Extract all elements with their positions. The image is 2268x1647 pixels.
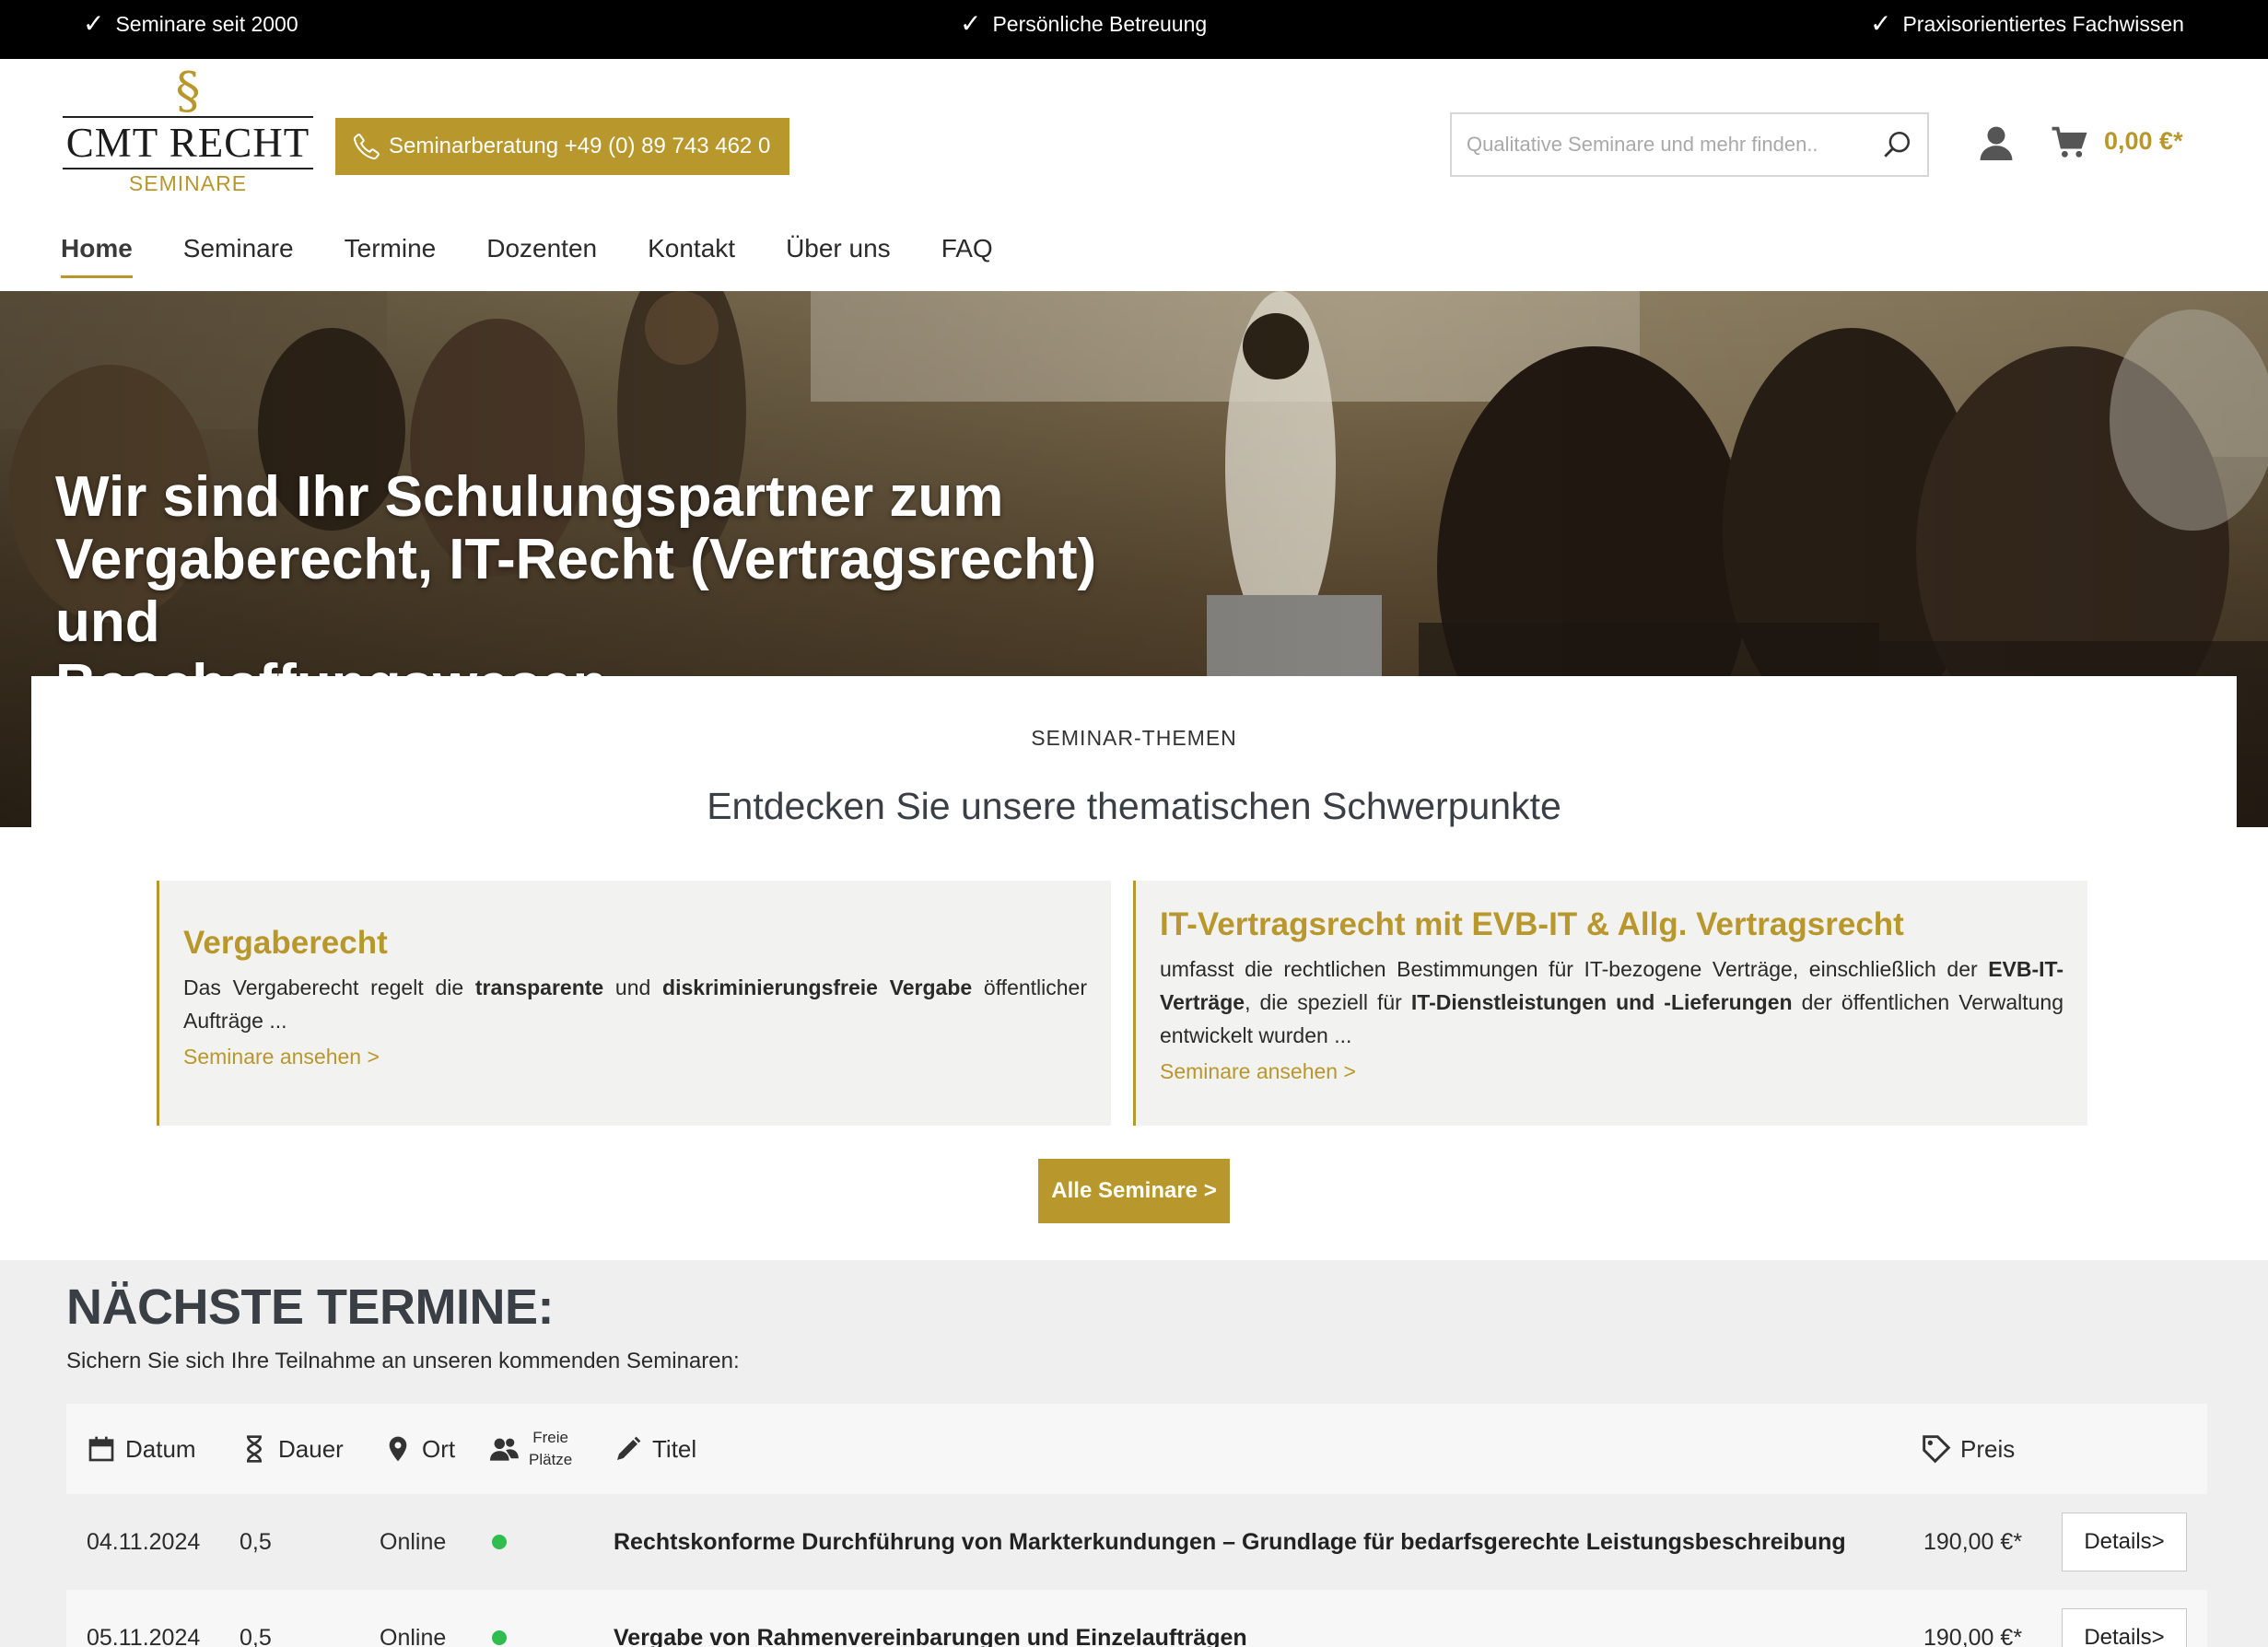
column-seats[interactable]: Freie Plätze bbox=[490, 1404, 572, 1494]
theme-description: umfasst die rechtlichen Bestimmungen für… bbox=[1160, 952, 2063, 1052]
row-title[interactable]: Vergabe von Rahmenvereinbarungen und Ein… bbox=[614, 1590, 1247, 1647]
row-title[interactable]: Rechtskonforme Durchführung von Markterk… bbox=[614, 1494, 1846, 1590]
row-location: Online bbox=[380, 1624, 447, 1647]
users-icon bbox=[490, 1438, 519, 1461]
theme-link[interactable]: Seminare ansehen > bbox=[1160, 1059, 1356, 1084]
cart-icon[interactable] bbox=[2051, 125, 2087, 160]
check-icon: ✓ bbox=[83, 9, 105, 38]
text-emphasis: diskriminierungsfreie Vergabe bbox=[662, 975, 973, 999]
column-label: Preis bbox=[1960, 1434, 2016, 1463]
all-seminars-button[interactable]: Alle Seminare > bbox=[1038, 1159, 1230, 1223]
row-date: 05.11.2024 bbox=[87, 1624, 201, 1647]
paragraph-symbol: § bbox=[175, 62, 201, 120]
hero-line: Vergaberecht, IT-Recht (Vertragsrecht) u… bbox=[55, 528, 1097, 654]
theme-description: Das Vergaberecht regelt die transparente… bbox=[183, 971, 1087, 1037]
column-duration[interactable]: Dauer bbox=[240, 1404, 344, 1494]
details-button[interactable]: Details> bbox=[2062, 1513, 2187, 1571]
theme-title[interactable]: Vergaberecht bbox=[183, 923, 1087, 964]
hourglass-icon bbox=[246, 1435, 263, 1463]
theme-card-it-vertragsrecht: IT-Vertragsrecht mit EVB-IT & Allg. Vert… bbox=[1133, 881, 2087, 1126]
section-headline: Entdecken Sie unsere thematischen Schwer… bbox=[707, 785, 1561, 827]
table-row[interactable]: 04.11.2024 0,5 Online Rechtskonforme Dur… bbox=[66, 1494, 2207, 1590]
nav-item-seminare[interactable]: Seminare bbox=[183, 234, 294, 278]
table-header: Datum Dauer Ort Freie Plätze Titel Preis bbox=[66, 1404, 2207, 1494]
site-logo[interactable]: § CMT RECHT SEMINARE bbox=[61, 66, 315, 201]
usp-bar: ✓ Seminare seit 2000 ✓ Persönliche Betre… bbox=[0, 0, 2268, 59]
column-label: Freie Plätze bbox=[529, 1427, 572, 1471]
row-location: Online bbox=[380, 1528, 447, 1555]
column-price[interactable]: Preis bbox=[1922, 1404, 2015, 1494]
nav-item-termine[interactable]: Termine bbox=[345, 234, 437, 278]
brand-tagline: SEMINARE bbox=[128, 171, 248, 195]
brand-name: CMT RECHT bbox=[65, 120, 310, 166]
row-price: 190,00 €* bbox=[1923, 1528, 2023, 1555]
location-pin-icon bbox=[389, 1436, 407, 1462]
seat-availability-dot bbox=[492, 1535, 507, 1549]
nav-item-kontakt[interactable]: Kontakt bbox=[648, 234, 735, 278]
usp-label: Praxisorientiertes Fachwissen bbox=[1902, 11, 2184, 36]
text-span: und bbox=[603, 975, 663, 999]
phone-consultation-button[interactable]: Seminarberatung +49 (0) 89 743 462 0 bbox=[335, 118, 789, 175]
row-duration: 0,5 bbox=[240, 1624, 272, 1647]
nav-item-ueber-uns[interactable]: Über uns bbox=[786, 234, 891, 278]
column-location[interactable]: Ort bbox=[383, 1404, 455, 1494]
seats-label-line: Plätze bbox=[529, 1451, 573, 1468]
table-row[interactable]: 05.11.2024 0,5 Online Vergabe von Rahmen… bbox=[66, 1590, 2207, 1647]
seminar-themes-section: SEMINAR-THEMEN Entdecken Sie unsere them… bbox=[31, 676, 2237, 1260]
column-label: Datum bbox=[125, 1434, 196, 1463]
usp-label: Seminare seit 2000 bbox=[115, 11, 298, 36]
seat-availability-dot bbox=[492, 1630, 507, 1645]
row-seats bbox=[492, 1590, 507, 1647]
theme-title[interactable]: IT-Vertragsrecht mit EVB-IT & Allg. Vert… bbox=[1160, 905, 2063, 945]
row-seats bbox=[492, 1494, 507, 1590]
column-label: Dauer bbox=[278, 1434, 344, 1463]
check-icon: ✓ bbox=[960, 9, 982, 38]
main-nav: Home Seminare Termine Dozenten Kontakt Ü… bbox=[61, 234, 1044, 278]
row-price: 190,00 €* bbox=[1923, 1624, 2023, 1647]
section-lead: Sichern Sie sich Ihre Teilnahme an unser… bbox=[66, 1349, 740, 1373]
cart-total[interactable]: 0,00 €* bbox=[2104, 127, 2183, 156]
row-duration: 0,5 bbox=[240, 1528, 272, 1555]
search-box bbox=[1450, 112, 1929, 177]
calendar-icon bbox=[88, 1436, 114, 1462]
nav-item-home[interactable]: Home bbox=[61, 234, 133, 278]
usp-item: ✓ Seminare seit 2000 bbox=[83, 11, 298, 37]
search-icon[interactable] bbox=[1881, 129, 1912, 160]
text-emphasis: IT-Dienstleistungen und -Lieferungen bbox=[1410, 990, 1793, 1014]
check-icon: ✓ bbox=[1870, 9, 1892, 38]
section-kicker: SEMINAR-THEMEN bbox=[1031, 726, 1237, 750]
price-tag-icon bbox=[1923, 1435, 1951, 1464]
theme-link[interactable]: Seminare ansehen > bbox=[183, 1045, 380, 1069]
hero-line: Wir sind Ihr Schulungspartner zum bbox=[55, 465, 1004, 529]
column-date[interactable]: Datum bbox=[87, 1404, 196, 1494]
text-emphasis: transparente bbox=[474, 975, 604, 999]
usp-label: Persönliche Betreuung bbox=[992, 11, 1208, 36]
account-icon[interactable] bbox=[1979, 123, 2014, 162]
nav-item-dozenten[interactable]: Dozenten bbox=[486, 234, 597, 278]
column-label: Titel bbox=[652, 1434, 697, 1463]
upcoming-dates-section: NÄCHSTE TERMINE: Sichern Sie sich Ihre T… bbox=[0, 1260, 2268, 1647]
column-label: Ort bbox=[422, 1434, 456, 1463]
column-title[interactable]: Titel bbox=[614, 1404, 696, 1494]
phone-label: Seminarberatung +49 (0) 89 743 462 0 bbox=[389, 134, 771, 158]
details-button[interactable]: Details> bbox=[2062, 1608, 2187, 1647]
usp-item: ✓ Persönliche Betreuung bbox=[960, 11, 1207, 37]
usp-item: ✓ Praxisorientiertes Fachwissen bbox=[1870, 11, 2184, 37]
text-span: , die speziell für bbox=[1245, 990, 1411, 1014]
phone-icon bbox=[353, 134, 380, 160]
theme-card-vergaberecht: Vergaberecht Das Vergaberecht regelt die… bbox=[157, 881, 1111, 1126]
text-span: Das Vergaberecht regelt die bbox=[183, 975, 475, 999]
text-span: umfasst die rechtlichen Bestimmungen für… bbox=[1160, 957, 1989, 981]
pencil-icon bbox=[617, 1436, 641, 1460]
section-heading: NÄCHSTE TERMINE: bbox=[66, 1279, 555, 1335]
row-date: 04.11.2024 bbox=[87, 1528, 201, 1555]
nav-item-faq[interactable]: FAQ bbox=[941, 234, 993, 278]
search-input[interactable] bbox=[1452, 114, 1857, 175]
seats-label-line: Freie bbox=[532, 1429, 568, 1446]
